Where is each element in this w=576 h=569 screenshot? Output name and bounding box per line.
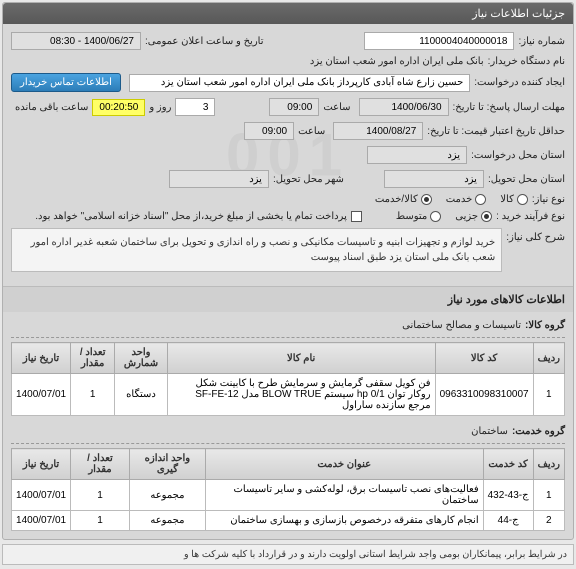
- need-type-group: کالا خدمت کالا/خدمت: [371, 194, 528, 205]
- table-header: تاریخ نیاز: [12, 343, 71, 374]
- table-header: کد خدمت: [483, 449, 533, 480]
- table-header: تعداد / مقدار: [71, 449, 130, 480]
- radio-goods[interactable]: [517, 194, 528, 205]
- radio-low[interactable]: [481, 211, 492, 222]
- table-header: واحد شمارش: [115, 343, 167, 374]
- request-prov-field: یزد: [367, 146, 467, 164]
- deadline-label: مهلت ارسال پاسخ: تا تاریخ:: [453, 102, 565, 113]
- table-cell: دستگاه: [115, 374, 167, 416]
- radio-both-label: کالا/خدمت: [375, 194, 418, 205]
- need-number-label: شماره نیاز:: [518, 36, 565, 47]
- deliver-city-label: شهر محل تحویل:: [273, 174, 344, 185]
- deliver-prov-field: یزد: [384, 170, 484, 188]
- table-cell: فن کویل سقفی گرمایش و سرمایش طرح با کابی…: [167, 374, 435, 416]
- hour-label-2: ساعت: [298, 126, 325, 137]
- table-row: 10963310098310007فن کویل سقفی گرمایش و س…: [12, 374, 565, 416]
- table-cell: 1400/07/01: [12, 480, 71, 511]
- request-prov-label: استان محل درخواست:: [471, 150, 565, 161]
- radio-service[interactable]: [475, 194, 486, 205]
- need-number-field: 1100004040000018: [364, 32, 514, 50]
- summary-label: شرح کلی نیاز:: [506, 228, 565, 243]
- deliver-city-field: یزد: [169, 170, 269, 188]
- announce-field: 1400/06/27 - 08:30: [11, 32, 141, 50]
- table-row: 1ج-43-432فعالیت‌های نصب تاسیسات برق، لول…: [12, 480, 565, 511]
- requester-field: حسین زارع شاه آبادی کارپرداز بانک ملی ای…: [129, 74, 470, 92]
- goods-group-label: گروه کالا:: [525, 320, 565, 331]
- service-group-label: گروه خدمت:: [512, 426, 565, 437]
- table-cell: 1400/07/01: [12, 511, 71, 531]
- radio-goods-label: کالا: [500, 194, 514, 205]
- pay-note: پرداخت تمام یا بخشی از مبلغ خرید،از محل …: [35, 211, 347, 222]
- deadline-date-field: 1400/06/30: [359, 98, 449, 116]
- panel-title: جزئیات اطلاعات نیاز: [3, 3, 573, 24]
- table-cell: ج-44: [483, 511, 533, 531]
- table-header: واحد اندازه گیری: [129, 449, 205, 480]
- table-header: نام کالا: [167, 343, 435, 374]
- table-cell: مجموعه: [129, 511, 205, 531]
- treasury-checkbox[interactable]: [351, 211, 362, 222]
- remain-label: ساعت باقی مانده: [15, 102, 88, 113]
- deliver-prov-label: استان محل تحویل:: [488, 174, 565, 185]
- table-header: ردیف: [533, 449, 564, 480]
- need-type-label: نوع نیاز:: [532, 194, 565, 205]
- buyer-value: بانک ملی ایران اداره امور شعب استان یزد: [310, 56, 484, 67]
- table-header: کد کالا: [435, 343, 533, 374]
- summary-box: خرید لوازم و تجهیزات ابنیه و تاسیسات مکا…: [11, 228, 502, 272]
- table-header: عنوان خدمت: [205, 449, 483, 480]
- deadline-hour-field: 09:00: [269, 98, 319, 116]
- table-cell: 1: [533, 374, 564, 416]
- table-cell: فعالیت‌های نصب تاسیسات برق، لوله‌کشی و س…: [205, 480, 483, 511]
- process-label: نوع فرآیند خرید :: [496, 211, 565, 222]
- requester-label: ایجاد کننده درخواست:: [474, 77, 565, 88]
- radio-mid[interactable]: [430, 211, 441, 222]
- service-group-value: ساختمان: [471, 426, 508, 437]
- table-cell: ج-43-432: [483, 480, 533, 511]
- table-header: تاریخ نیاز: [12, 449, 71, 480]
- days-left-field: 3: [175, 98, 215, 116]
- validity-hour-field: 09:00: [244, 122, 294, 140]
- buyer-label: نام دستگاه خریدار:: [488, 56, 565, 67]
- table-header: تعداد / مقدار: [71, 343, 115, 374]
- table-row: 2ج-44انجام کارهای متفرقه درخصوص بازسازی …: [12, 511, 565, 531]
- table-cell: 2: [533, 511, 564, 531]
- table-cell: 1400/07/01: [12, 374, 71, 416]
- main-panel: جزئیات اطلاعات نیاز 001 شماره نیاز: 1100…: [2, 2, 574, 540]
- radio-both[interactable]: [421, 194, 432, 205]
- goods-group-value: تاسیسات و مصالح ساختمانی: [402, 320, 521, 331]
- process-group: جزیی متوسط: [392, 211, 492, 222]
- validity-label: حداقل تاریخ اعتبار قیمت: تا تاریخ:: [427, 126, 565, 137]
- day-label: روز و: [149, 102, 171, 113]
- contact-button[interactable]: اطلاعات تماس خریدار: [11, 73, 121, 92]
- announce-label: تاریخ و ساعت اعلان عمومی:: [145, 36, 264, 47]
- radio-mid-label: متوسط: [396, 211, 427, 222]
- table-cell: انجام کارهای متفرقه درخصوص بازسازی و بهس…: [205, 511, 483, 531]
- table-cell: 1: [71, 480, 130, 511]
- table-cell: 1: [71, 374, 115, 416]
- goods-table: ردیفکد کالانام کالاواحد شمارشتعداد / مقد…: [11, 342, 565, 416]
- table-cell: 1: [71, 511, 130, 531]
- table-cell: مجموعه: [129, 480, 205, 511]
- validity-date-field: 1400/08/27: [333, 122, 423, 140]
- radio-service-label: خدمت: [446, 194, 473, 205]
- hour-label-1: ساعت: [323, 102, 350, 113]
- table-header: ردیف: [533, 343, 564, 374]
- table-cell: 0963310098310007: [435, 374, 533, 416]
- remain-time: 00:20:50: [92, 99, 145, 116]
- table-cell: 1: [533, 480, 564, 511]
- goods-section-title: اطلاعات کالاهای مورد نیاز: [3, 286, 573, 312]
- footer-note: در شرایط برابر، پیمانکاران بومی واجد شرا…: [2, 544, 574, 565]
- radio-low-label: جزیی: [455, 211, 478, 222]
- services-table: ردیفکد خدمتعنوان خدمتواحد اندازه گیریتعد…: [11, 448, 565, 531]
